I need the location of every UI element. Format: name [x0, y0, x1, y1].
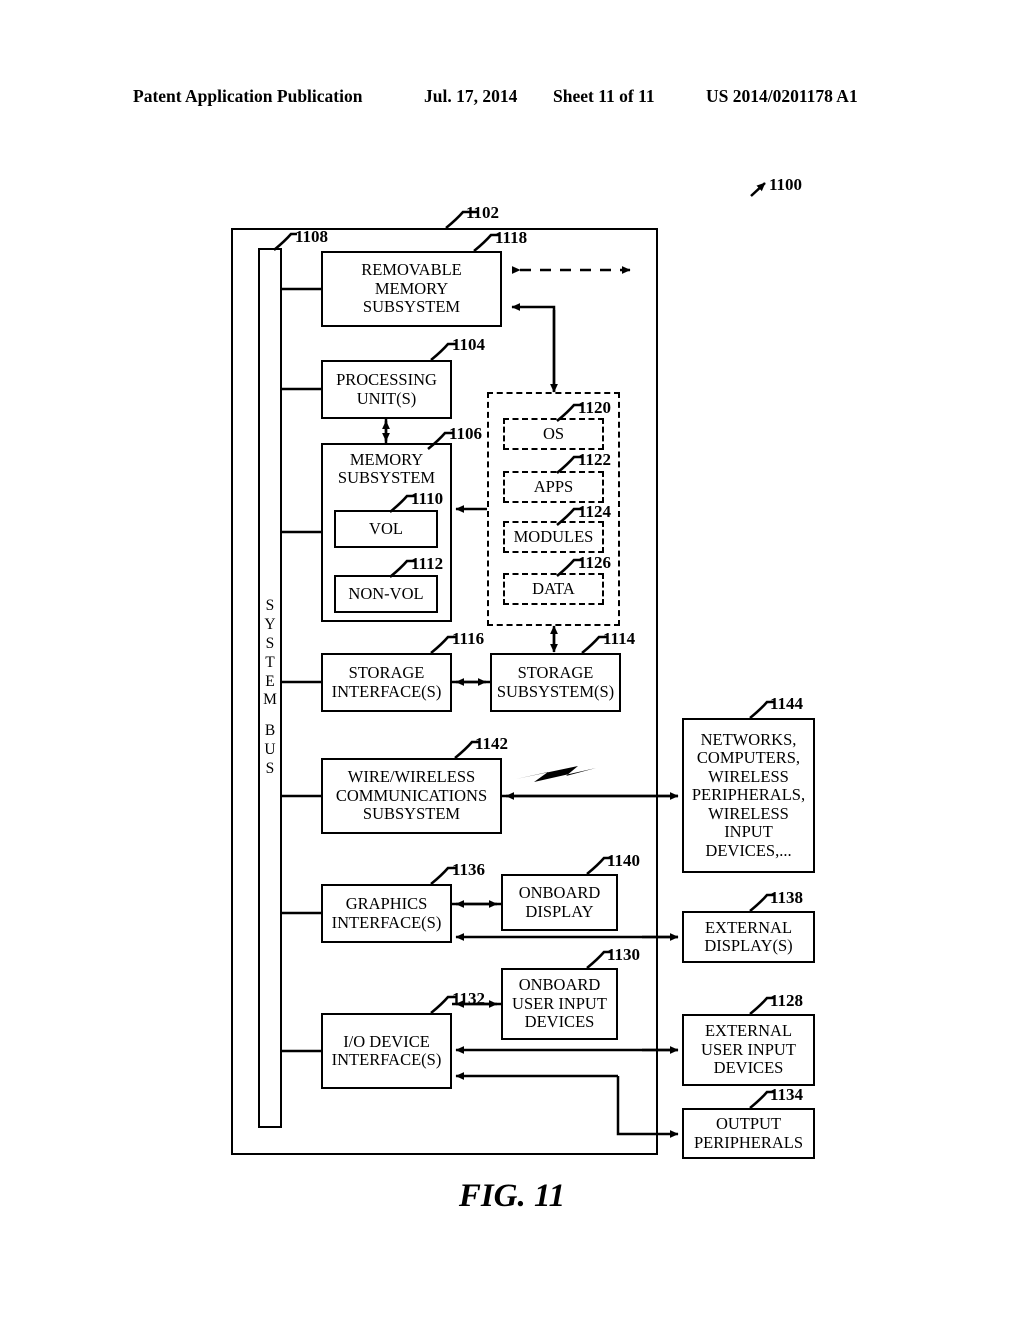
ref-1100: 1100	[769, 175, 803, 194]
processing-unit-label: PROCESSING UNIT(S)	[336, 370, 437, 408]
ref-1106: 1106	[449, 424, 483, 443]
memory-subsystem-label: MEMORY SUBSYSTEM	[337, 450, 436, 488]
ref-1120: 1120	[578, 398, 612, 417]
system-bus-label-line1: S Y S T E M	[263, 596, 277, 709]
ref-1110: 1110	[411, 489, 444, 508]
ref-1102: 1102	[466, 203, 500, 222]
apps-block: APPS	[503, 471, 604, 503]
onboard-user-input-devices-label: ONBOARD USER INPUT DEVICES	[512, 975, 607, 1032]
onboard-user-input-devices-block: ONBOARD USER INPUT DEVICES	[501, 968, 618, 1040]
ref-1134: 1134	[770, 1085, 804, 1104]
os-block: OS	[503, 418, 604, 450]
output-peripherals-label: OUTPUT PERIPHERALS	[693, 1114, 804, 1152]
removable-memory-subsystem-block: REMOVABLE MEMORY SUBSYSTEM	[321, 251, 502, 327]
ref-1122: 1122	[578, 450, 612, 469]
ref-1118: 1118	[495, 228, 528, 247]
storage-interface-block: STORAGE INTERFACE(S)	[321, 653, 452, 712]
system-callout-arrow	[750, 182, 766, 197]
graphics-interface-block: GRAPHICS INTERFACE(S)	[321, 884, 452, 943]
output-peripherals-block: OUTPUT PERIPHERALS	[682, 1108, 815, 1159]
non-volatile-memory-block: NON-VOL	[334, 575, 438, 613]
system-bus-1108: S Y S T E M B U S	[258, 248, 282, 1128]
onboard-display-block: ONBOARD DISPLAY	[501, 874, 618, 931]
external-display-block: EXTERNAL DISPLAY(S)	[682, 911, 815, 963]
ref-1140: 1140	[607, 851, 641, 870]
modules-label: MODULES	[513, 527, 594, 546]
figure-caption: FIG. 11	[458, 1178, 566, 1214]
ref-1108: 1108	[295, 227, 329, 246]
graphics-interface-label: GRAPHICS INTERFACE(S)	[331, 894, 442, 932]
non-volatile-memory-label: NON-VOL	[348, 583, 424, 603]
communications-subsystem-block: WIRE/WIRELESS COMMUNICATIONS SUBSYSTEM	[321, 758, 502, 834]
external-user-input-devices-block: EXTERNAL USER INPUT DEVICES	[682, 1014, 815, 1086]
volatile-memory-block: VOL	[334, 510, 438, 548]
storage-subsystem-block: STORAGE SUBSYSTEM(S)	[490, 653, 621, 712]
ref-1104: 1104	[452, 335, 486, 354]
data-block: DATA	[503, 573, 604, 605]
ref-1126: 1126	[578, 553, 612, 572]
communications-subsystem-label: WIRE/WIRELESS COMMUNICATIONS SUBSYSTEM	[335, 767, 488, 824]
ref-1116: 1116	[452, 629, 485, 648]
ref-1112: 1112	[411, 554, 444, 573]
ref-1124: 1124	[578, 502, 612, 521]
networks-computers-peripherals-label: NETWORKS, COMPUTERS, WIRELESS PERIPHERALS, W…	[691, 729, 806, 860]
ref-1132: 1132	[452, 989, 486, 1008]
storage-subsystem-label: STORAGE SUBSYSTEM(S)	[496, 663, 615, 701]
ref-1142: 1142	[475, 734, 509, 753]
volatile-memory-label: VOL	[369, 518, 403, 538]
external-display-label: EXTERNAL DISPLAY(S)	[704, 917, 793, 955]
ref-1128: 1128	[770, 991, 804, 1010]
apps-label: APPS	[533, 477, 574, 496]
io-device-interface-label: I/O DEVICE INTERFACE(S)	[331, 1031, 442, 1069]
modules-block: MODULES	[503, 521, 604, 553]
ref-1136: 1136	[452, 860, 486, 879]
removable-memory-subsystem-label: REMOVABLE MEMORY SUBSYSTEM	[361, 260, 462, 317]
data-label: DATA	[532, 579, 575, 598]
external-user-input-devices-label: EXTERNAL USER INPUT DEVICES	[701, 1021, 796, 1078]
storage-interface-label: STORAGE INTERFACE(S)	[331, 663, 442, 701]
processing-unit-block: PROCESSING UNIT(S)	[321, 360, 452, 419]
ref-1138: 1138	[770, 888, 804, 907]
ref-1130: 1130	[607, 945, 641, 964]
system-bus-label-line2: B U S	[264, 722, 276, 778]
networks-computers-peripherals-block: NETWORKS, COMPUTERS, WIRELESS PERIPHERALS, W…	[682, 718, 815, 873]
figure-11-diagram: S Y S T E M B U S REMOVABLE MEMORY SUBSYST…	[0, 0, 1024, 1320]
io-device-interface-block: I/O DEVICE INTERFACE(S)	[321, 1013, 452, 1089]
os-label: OS	[542, 424, 565, 443]
ref-1144: 1144	[770, 694, 804, 713]
ref-1114: 1114	[603, 629, 636, 648]
onboard-display-label: ONBOARD DISPLAY	[518, 883, 601, 921]
